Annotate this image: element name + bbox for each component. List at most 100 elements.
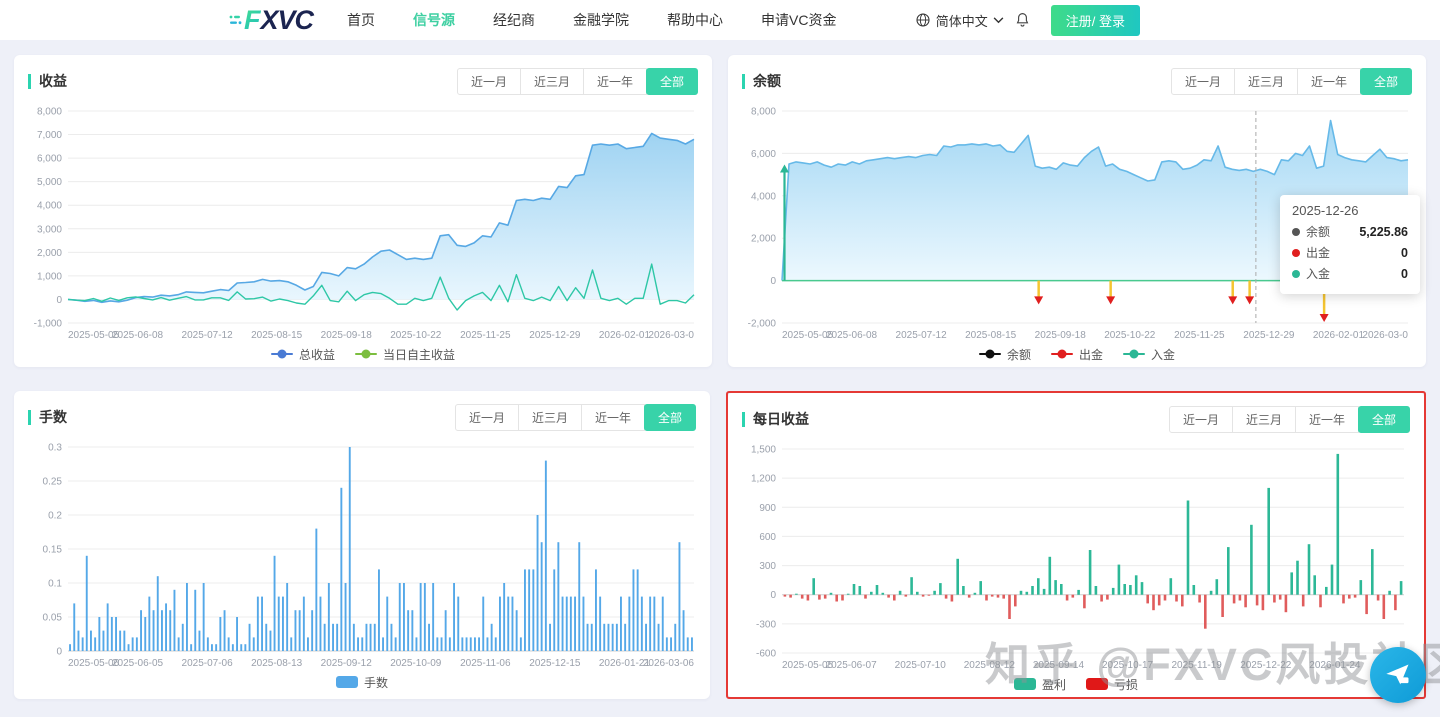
- svg-text:1,500: 1,500: [751, 445, 776, 456]
- logo-text-rest: XVC: [261, 5, 314, 36]
- svg-text:0.25: 0.25: [43, 477, 63, 488]
- svg-text:3,000: 3,000: [37, 224, 62, 235]
- deposit-dot-icon: [1292, 270, 1300, 278]
- range-3m-button[interactable]: 近三月: [518, 404, 582, 431]
- globe-icon: [915, 12, 931, 28]
- nav-item-home[interactable]: 首页: [347, 10, 375, 30]
- logo-speedlines-icon: [228, 12, 244, 28]
- fxvc-logo[interactable]: FXVC: [228, 5, 313, 36]
- range-3m-button[interactable]: 近三月: [520, 68, 584, 95]
- highlight-border: 每日收益 近一月 近三月 近一年 全部 -600-30003006009001,…: [726, 391, 1426, 699]
- range-3m-button[interactable]: 近三月: [1234, 68, 1298, 95]
- svg-text:2025-07-06: 2025-07-06: [182, 658, 234, 669]
- bell-icon[interactable]: [1014, 11, 1031, 29]
- nav-item-help[interactable]: 帮助中心: [667, 10, 723, 30]
- nav-item-signals[interactable]: 信号源: [413, 10, 455, 30]
- legend-label: 总收益: [299, 346, 335, 363]
- range-1y-button[interactable]: 近一年: [1297, 68, 1361, 95]
- tooltip-label: 入金: [1306, 265, 1330, 282]
- svg-text:2026-02-01: 2026-02-01: [1313, 330, 1365, 341]
- tooltip-label: 余额: [1306, 223, 1330, 240]
- legend-label: 余额: [1007, 346, 1031, 363]
- nav-item-academy[interactable]: 金融学院: [573, 10, 629, 30]
- chevron-down-icon: [993, 17, 1004, 24]
- svg-text:0: 0: [56, 647, 62, 658]
- panel-revenue: 收益 近一月 近三月 近一年 全部 -1,00001,0002,0003,000…: [14, 55, 712, 367]
- daily-income-legend: 盈利 亏损: [728, 671, 1424, 697]
- range-all-button[interactable]: 全部: [1360, 68, 1412, 95]
- svg-text:2025-09-12: 2025-09-12: [321, 658, 373, 669]
- panel-balance: 余额 近一月 近三月 近一年 全部 -2,00002,0004,0006,000…: [728, 55, 1426, 367]
- svg-text:7,000: 7,000: [37, 130, 62, 141]
- range-group-revenue: 近一月 近三月 近一年 全部: [458, 68, 698, 95]
- legend-label: 亏损: [1114, 676, 1138, 693]
- panel-title-daily-income: 每日收益: [742, 412, 809, 427]
- legend-label: 入金: [1151, 346, 1175, 363]
- panel-title-revenue: 收益: [28, 74, 67, 89]
- legend-item[interactable]: 盈利: [1014, 676, 1066, 693]
- legend-item[interactable]: 余额: [979, 346, 1031, 363]
- zhihu-float-button[interactable]: [1370, 647, 1426, 703]
- range-1y-button[interactable]: 近一年: [581, 404, 645, 431]
- svg-text:2025-10-17: 2025-10-17: [1102, 660, 1154, 671]
- svg-text:2026-03-0: 2026-03-0: [1362, 330, 1408, 341]
- legend-item[interactable]: 出金: [1051, 346, 1103, 363]
- svg-text:2025-12-29: 2025-12-29: [529, 330, 581, 341]
- svg-text:2025-06-05: 2025-06-05: [112, 658, 164, 669]
- range-1m-button[interactable]: 近一月: [455, 404, 519, 431]
- range-3m-button[interactable]: 近三月: [1232, 406, 1296, 433]
- svg-text:2025-08-12: 2025-08-12: [964, 660, 1016, 671]
- svg-text:2025-12-15: 2025-12-15: [529, 658, 581, 669]
- svg-text:2,000: 2,000: [751, 234, 776, 245]
- lots-chart[interactable]: 00.050.10.150.20.250.32025-05-062025-06-…: [22, 437, 702, 669]
- svg-text:900: 900: [759, 503, 776, 514]
- range-1m-button[interactable]: 近一月: [1169, 406, 1233, 433]
- legend-item[interactable]: 亏损: [1086, 676, 1138, 693]
- register-login-button[interactable]: 注册/ 登录: [1051, 5, 1140, 36]
- svg-text:2025-07-12: 2025-07-12: [182, 330, 234, 341]
- svg-text:2025-08-13: 2025-08-13: [251, 658, 303, 669]
- svg-text:5,000: 5,000: [37, 177, 62, 188]
- panel-title-lots: 手数: [28, 410, 67, 425]
- svg-text:0.15: 0.15: [43, 545, 63, 556]
- range-all-button[interactable]: 全部: [644, 404, 696, 431]
- nav-item-apply-funds[interactable]: 申请VC资金: [761, 10, 836, 30]
- legend-item[interactable]: 入金: [1123, 346, 1175, 363]
- revenue-chart[interactable]: -1,00001,0002,0003,0004,0005,0006,0007,0…: [22, 101, 702, 341]
- panel-title-balance: 余额: [742, 74, 781, 89]
- range-group-balance: 近一月 近三月 近一年 全部: [1172, 68, 1412, 95]
- range-all-button[interactable]: 全部: [646, 68, 698, 95]
- svg-text:2025-07-10: 2025-07-10: [895, 660, 947, 671]
- legend-item[interactable]: 当日自主收益: [355, 346, 455, 363]
- revenue-legend: 总收益 当日自主收益: [14, 341, 712, 367]
- language-selector[interactable]: 简体中文: [915, 11, 1004, 30]
- svg-text:8,000: 8,000: [37, 107, 62, 118]
- svg-text:0: 0: [770, 590, 776, 601]
- svg-text:0: 0: [770, 276, 776, 287]
- svg-text:2025-11-06: 2025-11-06: [460, 658, 511, 669]
- legend-item[interactable]: 手数: [336, 674, 388, 691]
- paper-plane-icon: [1384, 661, 1412, 689]
- svg-text:2026-01-24: 2026-01-24: [1309, 660, 1361, 671]
- legend-label: 当日自主收益: [383, 346, 455, 363]
- range-1m-button[interactable]: 近一月: [1171, 68, 1235, 95]
- range-1m-button[interactable]: 近一月: [457, 68, 521, 95]
- daily-income-chart[interactable]: -600-30003006009001,2001,5002025-05-0520…: [736, 439, 1412, 671]
- svg-text:2025-07-12: 2025-07-12: [896, 330, 948, 341]
- svg-text:2025-10-22: 2025-10-22: [390, 330, 442, 341]
- tooltip-value: 5,225.86: [1359, 225, 1408, 239]
- nav-item-brokers[interactable]: 经纪商: [493, 10, 535, 30]
- range-1y-button[interactable]: 近一年: [1295, 406, 1359, 433]
- svg-text:-1,000: -1,000: [34, 319, 63, 330]
- legend-label: 盈利: [1042, 676, 1066, 693]
- svg-text:2026-03-06: 2026-03-06: [643, 658, 695, 669]
- legend-item[interactable]: 总收益: [271, 346, 335, 363]
- range-all-button[interactable]: 全部: [1358, 406, 1410, 433]
- svg-text:2025-10-22: 2025-10-22: [1104, 330, 1156, 341]
- range-1y-button[interactable]: 近一年: [583, 68, 647, 95]
- svg-text:300: 300: [759, 561, 776, 572]
- tooltip-value: 0: [1401, 267, 1408, 281]
- balance-dot-icon: [1292, 228, 1300, 236]
- svg-text:2025-09-18: 2025-09-18: [1035, 330, 1087, 341]
- svg-text:2025-11-25: 2025-11-25: [1174, 330, 1225, 341]
